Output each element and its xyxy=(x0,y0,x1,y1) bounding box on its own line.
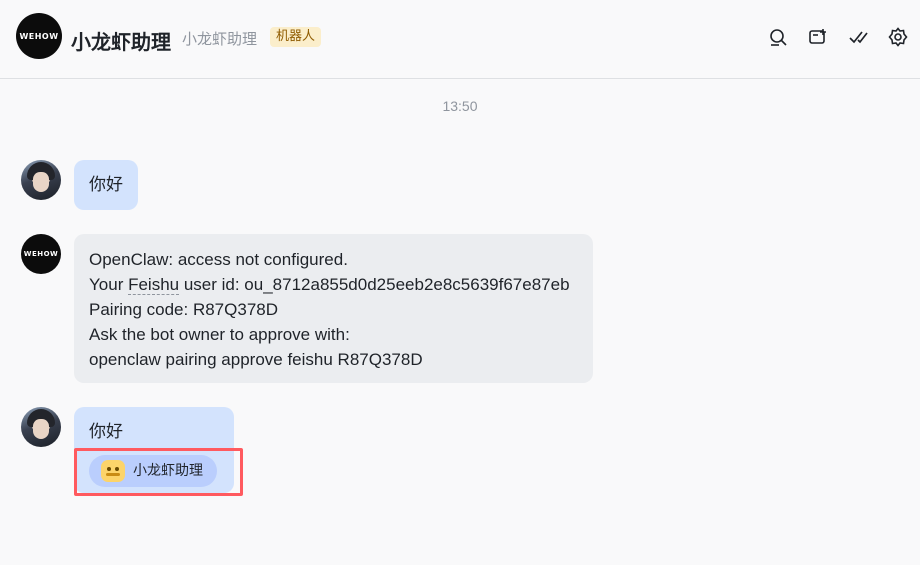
header-toolbar xyxy=(767,26,908,47)
user-avatar[interactable] xyxy=(21,160,61,200)
message-line: openclaw pairing approve feishu R87Q378D xyxy=(89,350,423,369)
bot-message-avatar[interactable]: WEHOW xyxy=(21,234,61,274)
avatar-face xyxy=(33,419,49,439)
chat-title[interactable]: 小龙虾助理 xyxy=(71,26,171,55)
message-bubble[interactable]: 你好 小龙虾助理 xyxy=(74,407,234,493)
emoji-eye xyxy=(107,467,111,471)
logo-text: WEHOW xyxy=(19,31,59,41)
logo-text: WEHOW xyxy=(23,250,59,258)
user-avatar[interactable] xyxy=(21,407,61,447)
bot-emoji-icon xyxy=(101,460,125,482)
message-text: user id: ou_8712a855d0d25eeb2e8c5639f67e… xyxy=(179,275,570,294)
mention-chip[interactable]: 小龙虾助理 xyxy=(89,455,217,487)
message-line: Pairing code: R87Q378D xyxy=(89,300,279,319)
message-text: Your xyxy=(89,275,129,294)
bot-message-bubble[interactable]: OpenClaw: access not configured. Your Fe… xyxy=(74,234,593,383)
message-line: OpenClaw: access not configured. xyxy=(89,250,348,269)
avatar-face xyxy=(33,172,49,192)
bot-badge: 机器人 xyxy=(270,27,322,47)
message-bubble[interactable]: 你好 xyxy=(74,160,138,210)
feishu-link[interactable]: Feishu xyxy=(128,275,180,295)
mention-label: 小龙虾助理 xyxy=(133,462,203,479)
emoji-eye xyxy=(115,467,119,471)
message-line: Ask the bot owner to approve with: xyxy=(89,325,350,344)
message-timestamp: 13:50 xyxy=(442,98,478,114)
check-done-icon[interactable] xyxy=(847,26,868,47)
add-chat-icon[interactable] xyxy=(807,26,828,47)
search-icon[interactable] xyxy=(767,26,788,47)
bot-avatar[interactable]: WEHOW xyxy=(16,13,62,59)
message-line: Your Feishu user id: ou_8712a855d0d25eeb… xyxy=(89,272,578,297)
message-text: 你好 xyxy=(89,422,123,441)
message-text: 你好 xyxy=(89,175,123,194)
settings-icon[interactable] xyxy=(887,26,908,47)
emoji-mouth xyxy=(106,473,120,476)
chat-header: WEHOW 小龙虾助理 小龙虾助理 机器人 xyxy=(0,0,920,79)
chat-subtitle: 小龙虾助理 xyxy=(182,30,258,48)
